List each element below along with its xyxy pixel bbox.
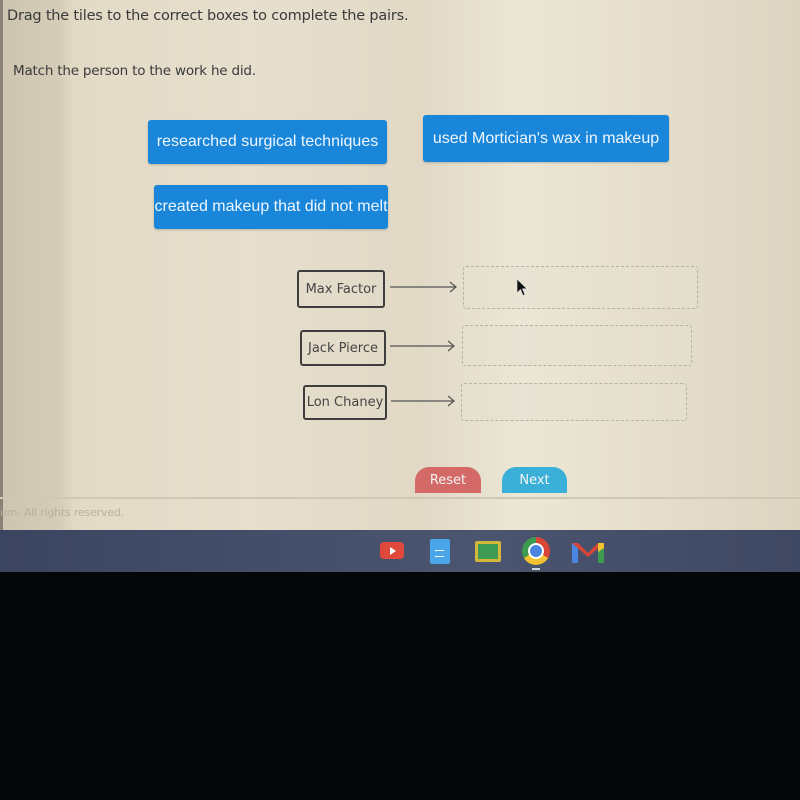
drop-target-jack-pierce[interactable] [462,325,692,366]
arrow-right-icon [390,340,456,352]
drag-tile-used-morticians-wax[interactable]: used Mortician's wax in makeup [423,115,669,162]
google-classroom-icon[interactable] [475,541,501,562]
person-label-jack-pierce: Jack Pierce [300,330,386,366]
person-label-max-factor: Max Factor [297,270,385,308]
footer-divider [0,497,800,499]
window-edge [0,0,3,530]
youtube-icon[interactable] [380,542,404,559]
copyright-footer: um. All rights reserved. [0,506,124,519]
instruction-text: Drag the tiles to the correct boxes to c… [7,8,409,24]
drop-target-lon-chaney[interactable] [461,383,687,421]
arrow-right-icon [391,395,456,407]
drop-target-max-factor[interactable] [463,266,698,309]
person-label-lon-chaney: Lon Chaney [303,385,387,420]
chrome-icon[interactable] [522,537,550,565]
arrow-right-icon [390,281,458,293]
drag-tile-researched-surgical-techniques[interactable]: researched surgical techniques [148,120,387,164]
browser-content: Drag the tiles to the correct boxes to c… [0,0,800,530]
reset-button[interactable]: Reset [415,467,481,493]
next-button[interactable]: Next [502,467,567,493]
drag-tile-created-makeup-not-melt[interactable]: created makeup that did not melt [154,185,388,229]
gmail-icon[interactable] [572,541,604,563]
question-prompt: Match the person to the work he did. [13,63,256,79]
mouse-pointer-icon [516,278,529,297]
active-app-indicator [532,568,540,570]
os-taskbar [0,530,800,572]
google-docs-icon[interactable] [430,539,450,564]
